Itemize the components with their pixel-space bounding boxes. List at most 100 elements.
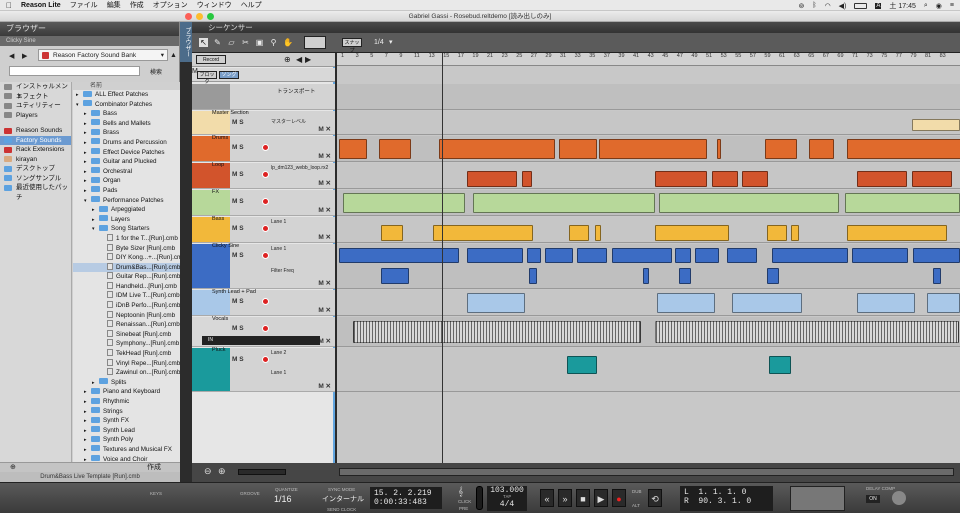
sync-mode-value[interactable]: インターナル <box>322 494 364 504</box>
record-enable-icon[interactable] <box>262 225 269 232</box>
track-header[interactable]: Clicky Sine M S M ✕ Lane 1 Filter Freq <box>192 243 335 289</box>
airplay-icon[interactable]: ⊚ <box>798 2 804 10</box>
lane-label[interactable]: Lane 2 <box>271 350 286 356</box>
clip-bass[interactable] <box>569 225 589 241</box>
arrange-lane[interactable] <box>337 84 960 110</box>
clip-fx[interactable] <box>845 193 960 213</box>
battery-icon[interactable] <box>854 2 868 9</box>
tree-row[interactable]: ▸ Textures and Musical FX <box>73 445 180 455</box>
record-enable-icon[interactable] <box>262 252 269 259</box>
lane-mute-delete[interactable]: M ✕ <box>318 125 331 133</box>
clip-loop[interactable] <box>655 171 707 187</box>
lane-mute-delete[interactable]: M ✕ <box>318 382 331 390</box>
search-button[interactable]: 検索 <box>150 67 162 76</box>
volume-icon[interactable]: ◀) <box>839 2 847 10</box>
tree-row[interactable]: ▸ Bass <box>73 109 180 119</box>
apple-menu-icon[interactable]:  <box>6 1 12 10</box>
clip-clicky-automation[interactable] <box>643 268 649 284</box>
location-item[interactable]: ソングサンプル <box>0 174 71 184</box>
play-button[interactable]: ▶ <box>594 489 608 507</box>
clip-clicky[interactable] <box>612 248 672 263</box>
location-item[interactable]: 最近使用したパッチ <box>0 183 71 201</box>
clip-loop[interactable] <box>912 171 952 187</box>
clip-clicky[interactable] <box>467 248 523 263</box>
location-item[interactable]: Factory Sounds <box>0 135 71 145</box>
clip-clicky[interactable] <box>772 248 848 263</box>
lane-label[interactable]: マスターレベル <box>271 118 306 125</box>
snap-value[interactable]: 1/4 <box>374 39 384 46</box>
clip-clicky[interactable] <box>545 248 573 263</box>
tree-row[interactable]: ▾ Performance Patches <box>73 196 180 206</box>
lane-mute-delete[interactable]: M ✕ <box>318 179 331 187</box>
tree-row[interactable]: Handheld...[Run].cmb <box>73 281 180 292</box>
tree-row[interactable]: ▸ Piano and Keyboard <box>73 387 180 397</box>
disclosure-icon[interactable]: ▸ <box>92 216 99 225</box>
zoom-button[interactable] <box>207 13 214 20</box>
zoom-out-icon[interactable]: ⊖ <box>204 466 212 477</box>
disclosure-icon[interactable]: ▾ <box>84 197 91 206</box>
clip-clicky[interactable] <box>527 248 541 263</box>
tree-row[interactable]: Guitar Rep...[Run].cmb <box>73 272 180 282</box>
tree-row[interactable]: ▸ Strings <box>73 407 180 417</box>
block-mode-button[interactable]: ブロック <box>197 71 217 85</box>
menu-window[interactable]: ウィンドウ <box>197 0 232 10</box>
disclosure-icon[interactable]: ▸ <box>84 110 91 119</box>
clip-drums[interactable] <box>599 139 707 159</box>
clip-clicky-automation[interactable] <box>679 268 691 284</box>
mute-solo-buttons[interactable]: M S <box>232 198 244 205</box>
lane-mute-delete[interactable]: M ✕ <box>318 206 331 214</box>
clip-drums[interactable] <box>439 139 555 159</box>
lane-label[interactable]: Lane 1 <box>271 219 286 225</box>
record-enable-icon[interactable] <box>262 298 269 305</box>
mute-solo-buttons[interactable]: M S <box>232 119 244 126</box>
record-button[interactable]: Record <box>196 55 226 64</box>
track-header[interactable]: Master Section M S M ✕ マスターレベル <box>192 110 335 135</box>
lane-mute-delete[interactable]: M ✕ <box>318 233 331 241</box>
song-mode-button[interactable]: ソング <box>219 71 239 79</box>
search-input[interactable] <box>9 66 140 76</box>
tree-row[interactable]: 1 for the T...[Run].cmb <box>73 233 180 244</box>
delay-comp-on-button[interactable]: ON <box>866 495 880 503</box>
loop-button[interactable]: ⟲ <box>648 489 662 507</box>
select-tool-icon[interactable]: ↖ <box>199 38 208 47</box>
clip-clicky-automation[interactable] <box>381 268 409 284</box>
click-toggle[interactable] <box>476 486 483 510</box>
clip-bass[interactable] <box>767 225 787 241</box>
arrange-view[interactable] <box>337 66 960 463</box>
clip-synthlead[interactable] <box>467 293 525 313</box>
clip-bass[interactable] <box>433 225 533 241</box>
zoom-in-icon[interactable]: ⊕ <box>218 466 226 477</box>
rack-icon[interactable] <box>892 491 906 505</box>
clip-clicky[interactable] <box>695 248 719 263</box>
record-enable-icon[interactable] <box>262 198 269 205</box>
disclosure-icon[interactable]: ▾ <box>92 225 99 234</box>
pencil-tool-icon[interactable]: ✎ <box>213 38 222 47</box>
clip-clicky-automation[interactable] <box>767 268 779 284</box>
clip-clicky[interactable] <box>913 248 960 263</box>
tree-row[interactable]: Neptoonin [Run].cmb <box>73 310 180 321</box>
hand-tool-icon[interactable]: ✋ <box>283 38 293 47</box>
clip-bass[interactable] <box>595 225 601 241</box>
search-icon[interactable]: ⌕ <box>924 2 928 10</box>
back-arrow-icon[interactable]: ◀ <box>9 52 14 60</box>
prev-icon[interactable]: ◀ <box>296 55 302 64</box>
clip-clicky[interactable] <box>852 248 908 263</box>
tree-row[interactable]: ▸ Splits <box>73 378 180 388</box>
location-item[interactable]: kirayan <box>0 155 71 165</box>
track-header[interactable]: Synth Lead + Pad M S M ✕ <box>192 289 335 316</box>
clip-synthlead[interactable] <box>732 293 802 313</box>
disclosure-icon[interactable]: ▸ <box>84 417 91 426</box>
record-enable-icon[interactable] <box>262 356 269 363</box>
disclosure-icon[interactable]: ▸ <box>84 177 91 186</box>
clip-loop[interactable] <box>857 171 907 187</box>
horizontal-zoom-slider[interactable] <box>238 469 286 475</box>
arrange-lane[interactable] <box>337 111 960 135</box>
loop-locators[interactable]: L 1. 1. 1. 0 R 90. 3. 1. 0 <box>680 486 773 511</box>
disclosure-icon[interactable]: ▸ <box>84 408 91 417</box>
bank-selector[interactable]: Reason Factory Sound Bank ▾ <box>38 49 168 61</box>
audio-input-selector[interactable]: IN <box>202 336 320 345</box>
timeline-ruler[interactable]: 1 3 5 7 9 11 13 15 17 19 21 23 25 27 29 31 33 35 37 39 41 43 4… <box>337 53 960 66</box>
clip-clicky[interactable] <box>727 248 757 263</box>
click-icon[interactable]: 𝄞 <box>458 486 463 497</box>
mute-solo-buttons[interactable]: M S <box>232 356 244 363</box>
